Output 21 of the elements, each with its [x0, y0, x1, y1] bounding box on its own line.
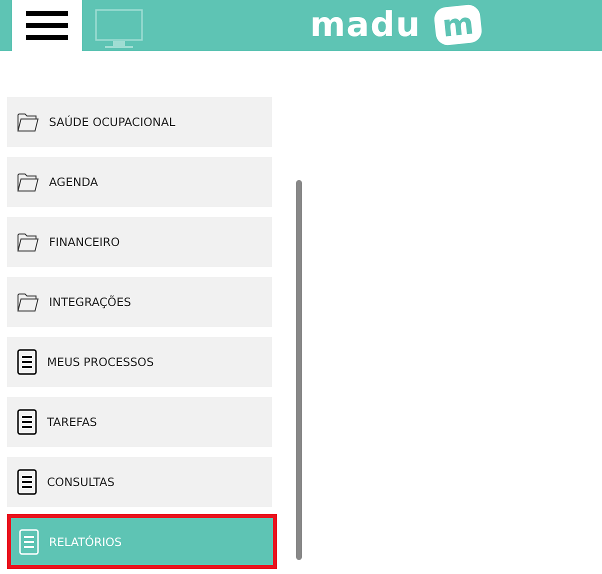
folder-icon [17, 292, 39, 312]
menu-item[interactable]: INTEGRAÇÕES [7, 277, 272, 327]
document-icon [19, 528, 39, 554]
document-icon [17, 409, 37, 435]
menu-button[interactable] [12, 0, 82, 51]
folder-icon [17, 232, 39, 252]
folder-icon [17, 172, 39, 192]
monitor-icon[interactable] [95, 8, 143, 48]
menu-icon [26, 10, 68, 40]
folder-icon [17, 112, 39, 132]
menu-item[interactable]: CONSULTAS [7, 457, 272, 507]
scrollbar[interactable] [296, 180, 302, 560]
menu-item[interactable]: FINANCEIRO [7, 217, 272, 267]
menu-item[interactable]: MEUS PROCESSOS [7, 337, 272, 387]
menu-item[interactable]: SAÚDE OCUPACIONAL [7, 97, 272, 147]
document-icon [17, 469, 37, 495]
logo-text: madu [310, 7, 421, 43]
menu-item[interactable]: AGENDA [7, 157, 272, 207]
menu-item[interactable]: TAREFAS [7, 397, 272, 447]
logo-badge: m [433, 4, 483, 46]
document-icon [17, 349, 37, 375]
